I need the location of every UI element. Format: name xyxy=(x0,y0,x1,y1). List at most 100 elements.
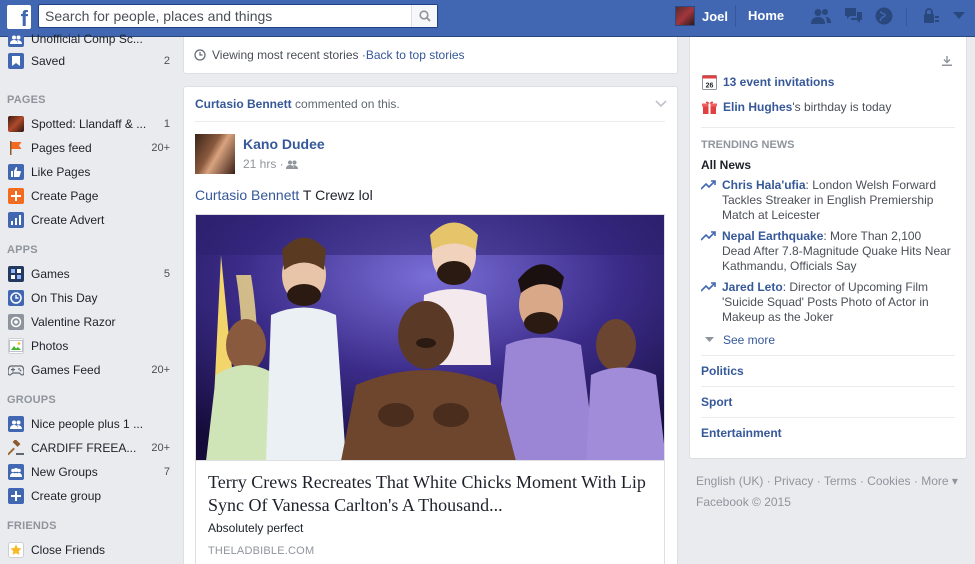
trending-tab-all-news[interactable]: All News xyxy=(701,158,751,172)
event-invitations-link[interactable]: 13 event invitations xyxy=(723,75,834,89)
nav-count: 20+ xyxy=(151,364,170,376)
recent-stories-text: Viewing most recent stories · xyxy=(212,48,366,62)
messages-icon[interactable] xyxy=(842,7,864,25)
home-link[interactable]: Home xyxy=(735,5,796,27)
link-preview-title[interactable]: Terry Crews Recreates That White Chicks … xyxy=(208,471,658,517)
bookmark-icon xyxy=(8,53,24,69)
create-page-icon xyxy=(8,188,24,204)
nav-label: Create Page xyxy=(31,189,99,203)
nav-item-like-pages[interactable]: Like Pages xyxy=(8,162,170,182)
games-icon xyxy=(8,266,24,282)
trending-item[interactable]: Nepal Earthquake: More Than 2,100 Dead A… xyxy=(701,229,951,274)
nav-item-create-page[interactable]: Create Page xyxy=(8,186,170,206)
gavel-icon xyxy=(8,440,24,456)
feed-post: Curtasio Bennett commented on this. Kano… xyxy=(183,86,678,564)
footer-link-cookies[interactable]: Cookies xyxy=(867,474,910,488)
profile-avatar xyxy=(675,6,695,26)
footer-link-language[interactable]: English (UK) xyxy=(696,474,763,488)
nav-item-saved[interactable]: Saved 2 xyxy=(8,51,170,71)
author-avatar[interactable] xyxy=(195,134,235,174)
nav-label: CARDIFF FREEA... xyxy=(31,441,137,455)
nav-item-pages-feed[interactable]: Pages feed 20+ xyxy=(8,138,170,158)
profile-link[interactable]: Joel xyxy=(675,5,728,27)
trending-arrow-icon xyxy=(701,282,716,292)
back-to-top-stories-link[interactable]: Back to top stories xyxy=(366,48,465,62)
right-divider xyxy=(701,355,955,356)
trending-item[interactable]: Chris Hala'ufia: London Welsh Forward Ta… xyxy=(701,178,951,223)
footer-link-more[interactable]: More xyxy=(921,474,948,488)
pages-header: PAGES xyxy=(7,94,46,106)
search-button[interactable] xyxy=(411,5,437,27)
clock-icon xyxy=(8,290,24,306)
footer-link-privacy[interactable]: Privacy xyxy=(774,474,813,488)
download-icon[interactable] xyxy=(942,55,952,69)
nav-item-cardiff-freea[interactable]: CARDIFF FREEA... 20+ xyxy=(8,438,170,458)
search-input[interactable] xyxy=(39,5,411,27)
gift-icon xyxy=(701,99,717,115)
post-body-text: T Crewz lol xyxy=(299,187,373,203)
commenter-link[interactable]: Curtasio Bennett xyxy=(195,97,292,111)
nav-count: 1 xyxy=(163,118,170,130)
nav-item-valentine-razor[interactable]: Valentine Razor xyxy=(8,312,170,332)
shared-link-image[interactable] xyxy=(195,214,665,460)
nav-label: Valentine Razor xyxy=(31,315,116,329)
tagged-friend-link[interactable]: Curtasio Bennett xyxy=(195,187,299,203)
nav-item-close-friends[interactable]: Close Friends xyxy=(8,540,170,560)
post-time-text[interactable]: 21 hrs · xyxy=(243,157,284,171)
nav-label: Nice people plus 1 ... xyxy=(31,417,144,431)
birthday-text: 's birthday is today xyxy=(792,100,892,114)
trending-topic[interactable]: Jared Leto xyxy=(722,280,783,294)
trending-item[interactable]: Jared Leto: Director of Upcoming Film 'S… xyxy=(701,280,951,325)
facebook-logo[interactable]: f xyxy=(7,5,31,29)
birthday-name-link[interactable]: Elin Hughes xyxy=(723,100,792,114)
nav-item-unofficial-comp-sci[interactable]: Unofficial Comp Sc... xyxy=(8,29,170,49)
friend-requests-icon[interactable] xyxy=(810,7,832,25)
nav-item-create-advert[interactable]: Create Advert xyxy=(8,210,170,230)
trending-category-entertainment[interactable]: Entertainment xyxy=(701,426,782,440)
post-timestamp: 21 hrs · xyxy=(243,157,298,171)
nav-label: Spotted: Llandaff & ... xyxy=(31,117,147,131)
star-icon xyxy=(8,542,24,558)
privacy-shortcuts-icon[interactable] xyxy=(920,7,942,25)
right-divider xyxy=(701,417,955,418)
trending-category-sport[interactable]: Sport xyxy=(701,395,732,409)
apps-header: APPS xyxy=(7,244,38,256)
friends-audience-icon[interactable] xyxy=(285,160,298,169)
trending-news-header: TRENDING NEWS xyxy=(701,139,795,151)
nav-label: Games Feed xyxy=(31,363,101,377)
group-icon xyxy=(8,31,24,47)
trending-topic[interactable]: Nepal Earthquake xyxy=(722,229,823,243)
link-preview[interactable]: Terry Crews Recreates That White Chicks … xyxy=(195,460,665,564)
nav-item-new-groups[interactable]: New Groups 7 xyxy=(8,462,170,482)
event-invitations-row[interactable]: 26 13 event invitations xyxy=(701,74,834,90)
trending-topic[interactable]: Chris Hala'ufia xyxy=(722,178,806,192)
nav-item-create-group[interactable]: Create group xyxy=(8,486,170,506)
calendar-icon: 26 xyxy=(701,74,717,90)
right-divider xyxy=(701,386,955,387)
right-sidebar: 26 13 event invitations Elin Hughes's bi… xyxy=(689,37,967,459)
post-options-chevron-icon[interactable] xyxy=(655,97,667,111)
nav-item-games[interactable]: Games 5 xyxy=(8,264,170,284)
nav-item-games-feed[interactable]: Games Feed 20+ xyxy=(8,360,170,380)
settings-dropdown-icon[interactable] xyxy=(948,7,970,25)
footer-link-terms[interactable]: Terms xyxy=(824,474,857,488)
calendar-date: 26 xyxy=(705,82,713,89)
footer-more-chevron-icon[interactable]: ▾ xyxy=(949,474,958,488)
link-preview-description: Absolutely perfect xyxy=(208,521,304,535)
new-groups-icon xyxy=(8,464,24,480)
nav-label: Create group xyxy=(31,489,102,503)
notifications-globe-icon[interactable] xyxy=(873,7,895,25)
birthday-row[interactable]: Elin Hughes's birthday is today xyxy=(701,99,891,115)
nav-item-on-this-day[interactable]: On This Day xyxy=(8,288,170,308)
commented-text: commented on this. xyxy=(291,97,400,111)
right-divider xyxy=(701,127,955,128)
nav-item-photos[interactable]: Photos xyxy=(8,336,170,356)
nav-label: Like Pages xyxy=(31,165,91,179)
nav-item-nice-people[interactable]: Nice people plus 1 ... xyxy=(8,414,170,434)
left-sidebar: Unofficial Comp Sc... Saved 2 PAGES Spot… xyxy=(0,31,175,564)
nav-count: 20+ xyxy=(151,442,170,454)
nav-item-spotted-llandaff[interactable]: Spotted: Llandaff & ... 1 xyxy=(8,114,170,134)
trending-category-politics[interactable]: Politics xyxy=(701,364,744,378)
author-name-link[interactable]: Kano Dudee xyxy=(243,136,325,152)
see-more-link[interactable]: See more xyxy=(705,333,775,347)
